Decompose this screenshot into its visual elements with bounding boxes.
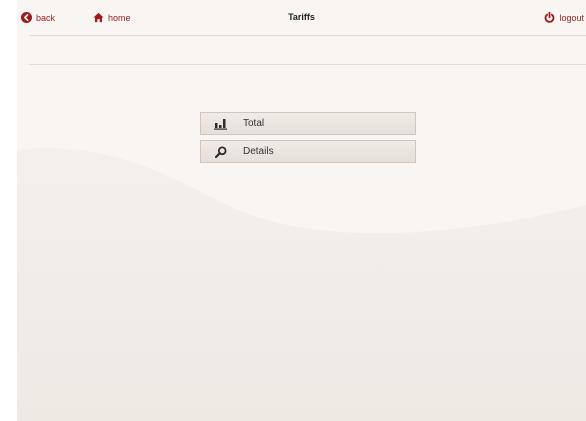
logout-label: logout xyxy=(559,12,584,23)
details-button[interactable]: Details xyxy=(200,140,416,163)
top-bar: back home Tariffs logout xyxy=(17,0,586,36)
total-button[interactable]: Total xyxy=(200,112,416,135)
power-icon xyxy=(544,12,555,23)
magnifier-icon xyxy=(211,146,231,158)
app-screen: back home Tariffs logout Total Details xyxy=(17,0,586,421)
tariffs-menu: Total Details xyxy=(200,112,416,168)
logout-button[interactable]: logout xyxy=(544,12,584,23)
total-label: Total xyxy=(243,118,265,129)
content-divider xyxy=(29,64,586,65)
page-title: Tariffs xyxy=(288,12,315,22)
header-divider xyxy=(29,35,586,36)
bar-chart-icon xyxy=(211,118,231,130)
details-label: Details xyxy=(243,146,274,157)
